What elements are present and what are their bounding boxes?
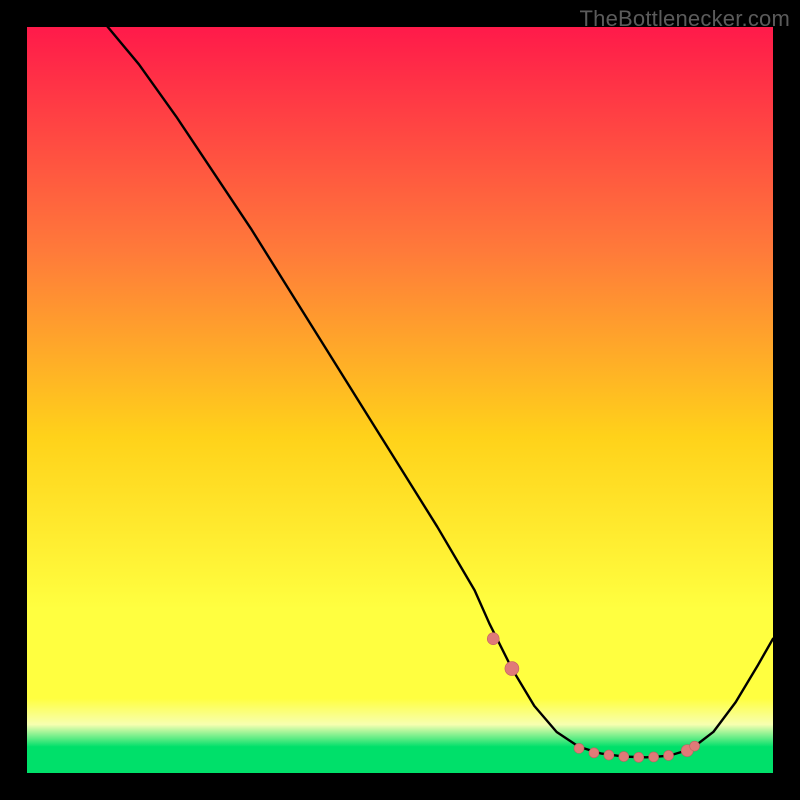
gradient-background bbox=[27, 27, 773, 773]
curve-marker bbox=[690, 741, 700, 751]
curve-marker bbox=[589, 748, 599, 758]
curve-marker bbox=[664, 750, 674, 760]
curve-marker bbox=[634, 752, 644, 762]
chart-svg bbox=[27, 27, 773, 773]
curve-marker bbox=[487, 633, 499, 645]
curve-marker bbox=[604, 750, 614, 760]
plot-area bbox=[27, 27, 773, 773]
curve-marker bbox=[505, 662, 519, 676]
curve-marker bbox=[574, 743, 584, 753]
curve-marker bbox=[619, 752, 629, 762]
chart-container: TheBottlenecker.com bbox=[0, 0, 800, 800]
curve-marker bbox=[649, 752, 659, 762]
